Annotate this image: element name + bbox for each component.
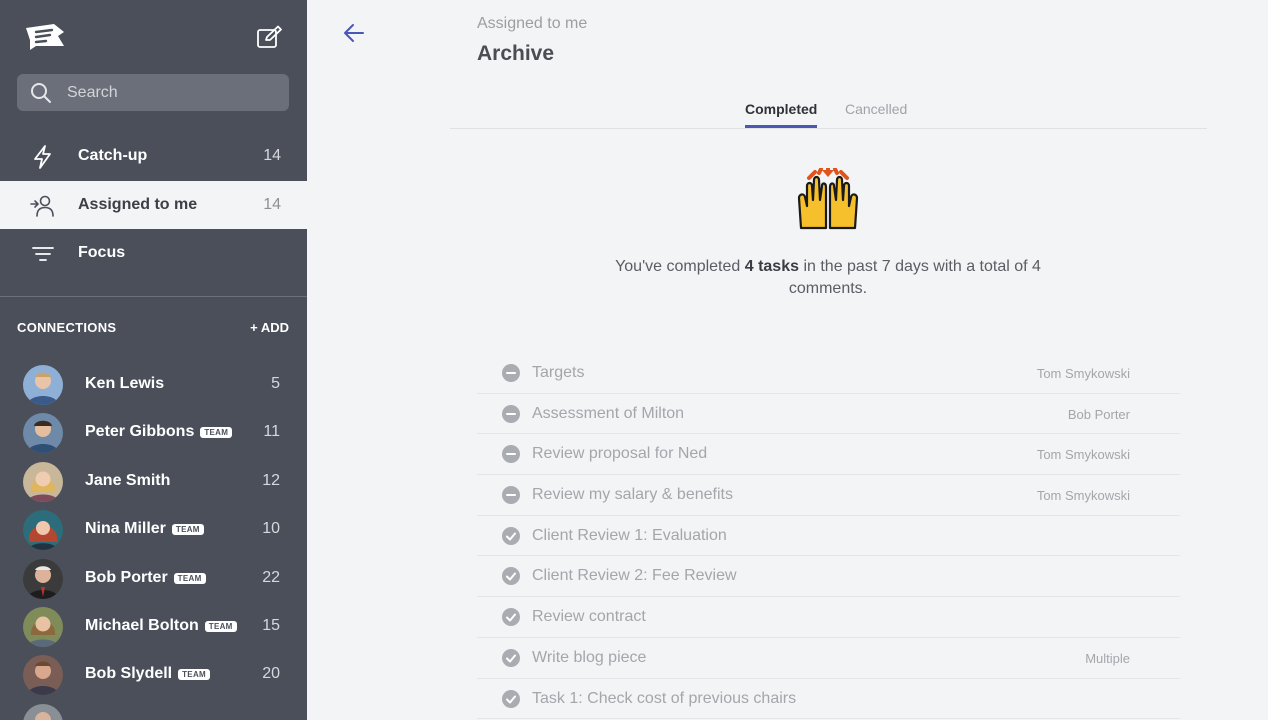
avatar — [23, 655, 63, 695]
task-row[interactable]: Assessment of Milton Bob Porter — [477, 394, 1180, 435]
contact-item[interactable]: Michael Bolton TEAM 15 — [0, 603, 307, 651]
nav-count: 14 — [263, 196, 281, 213]
task-title: Review contract — [532, 608, 646, 626]
task-row[interactable]: Review contract — [477, 597, 1180, 638]
back-arrow-icon[interactable] — [342, 22, 366, 44]
cancelled-minus-icon — [502, 404, 520, 423]
task-row[interactable]: Review proposal for Ned Tom Smykowski — [477, 434, 1180, 476]
task-title: Client Review 1: Evaluation — [532, 526, 727, 544]
connections-heading: CONNECTIONS — [17, 320, 117, 335]
team-badge: TEAM — [204, 620, 237, 632]
breadcrumb[interactable]: Assigned to me — [477, 15, 587, 33]
task-row[interactable]: Task 1: Check cost of previous chairs — [477, 679, 1180, 720]
contact-count: 5 — [271, 375, 280, 392]
task-title: Review proposal for Ned — [532, 445, 708, 463]
task-row[interactable]: Write blog piece Multiple — [477, 638, 1180, 679]
compose-icon[interactable] — [256, 25, 284, 49]
flag-logo-icon — [26, 24, 64, 50]
check-circle-icon — [502, 608, 520, 627]
task-row[interactable]: Client Review 2: Fee Review — [477, 556, 1180, 598]
nav-focus[interactable]: Focus — [0, 229, 307, 277]
contact-count: 11 — [263, 423, 280, 440]
contact-name: Michael Bolton TEAM — [85, 617, 237, 635]
contact-name: Ken Lewis — [85, 375, 165, 392]
team-badge: TEAM — [173, 572, 206, 584]
task-row[interactable]: Client Review 1: Evaluation — [477, 516, 1180, 557]
raising-hands-icon — [797, 168, 859, 230]
search-input[interactable] — [67, 83, 267, 102]
avatar — [23, 413, 63, 453]
contact-item[interactable]: Bob Porter TEAM 22 — [0, 555, 307, 603]
avatar — [23, 462, 63, 502]
task-owner: Bob Porter — [1067, 406, 1130, 422]
task-owner: Tom Smykowski — [1036, 447, 1130, 463]
contact-name: Bob Porter TEAM — [85, 569, 206, 587]
bolt-icon — [34, 145, 51, 169]
task-owner: Tom Smykowski — [1036, 488, 1130, 504]
search-box[interactable] — [17, 74, 289, 111]
contact-name: Nina Miller TEAM — [85, 520, 204, 538]
task-row[interactable]: Targets Tom Smykowski — [477, 353, 1180, 394]
task-title: Targets — [532, 364, 585, 381]
contact-item[interactable]: Bob Slydell TEAM 20 — [0, 651, 307, 699]
team-badge: TEAM — [178, 668, 210, 680]
check-circle-icon — [502, 689, 520, 708]
check-circle-icon — [502, 567, 520, 586]
archive-tabs: Completed Cancelled — [450, 96, 1207, 129]
sidebar: Catch-up 14 Assigned to me 14 Focus CONN… — [0, 0, 307, 720]
contact-count: 15 — [262, 617, 280, 634]
avatar — [23, 365, 63, 405]
check-circle-icon — [502, 526, 520, 545]
team-badge: TEAM — [200, 426, 233, 438]
contact-item[interactable]: Peter Gibbons TEAM 11 — [0, 409, 307, 457]
task-title: Review my salary & benefits — [532, 486, 733, 504]
nav-label: Catch-up — [78, 147, 148, 164]
team-badge: TEAM — [171, 523, 204, 535]
task-title: Write blog piece — [532, 648, 647, 666]
sidebar-divider — [0, 296, 307, 297]
completion-summary: You've completed 4 tasks in the past 7 d… — [615, 258, 1041, 297]
contact-count: 20 — [262, 665, 280, 682]
nav-count: 14 — [263, 147, 281, 164]
nav-label: Assigned to me — [78, 196, 198, 213]
cancelled-minus-icon — [502, 364, 520, 382]
contact-count: 10 — [262, 520, 280, 537]
task-list: Targets Tom Smykowski Assessment of Milt… — [477, 353, 1180, 720]
contact-item[interactable]: Ken Lewis 5 — [0, 361, 307, 409]
contact-item[interactable]: Nina Miller TEAM 10 — [0, 506, 307, 554]
contact-item[interactable]: Jane Smith 12 — [0, 458, 307, 506]
contact-name: Bob Slydell TEAM — [85, 665, 210, 683]
nav-label: Focus — [78, 244, 126, 261]
task-title: Client Review 2: Fee Review — [532, 567, 737, 585]
avatar — [23, 559, 63, 599]
assign-user-icon — [30, 195, 54, 217]
cancelled-minus-icon — [502, 445, 520, 464]
task-title: Assessment of Milton — [532, 404, 685, 422]
add-connection-button[interactable]: + ADD — [250, 320, 289, 335]
filter-lines-icon — [32, 247, 54, 261]
task-owner: Multiple — [1085, 650, 1130, 666]
task-row[interactable]: Review my salary & benefits Tom Smykowsk… — [477, 475, 1180, 516]
task-title: Task 1: Check cost of previous chairs — [532, 689, 797, 707]
contact-name: Peter Gibbons TEAM — [85, 423, 233, 441]
contact-item-partial[interactable] — [0, 700, 307, 720]
nav-catch-up[interactable]: Catch-up 14 — [0, 132, 307, 180]
avatar — [23, 510, 63, 550]
contact-count: 22 — [262, 569, 280, 586]
avatar — [23, 607, 63, 647]
check-circle-icon — [502, 648, 520, 667]
tab-completed[interactable]: Completed — [745, 101, 818, 128]
tab-cancelled[interactable]: Cancelled — [845, 101, 907, 117]
page-title: Archive — [477, 42, 555, 65]
avatar — [23, 704, 63, 720]
search-icon — [31, 82, 51, 103]
nav-assigned-to-me[interactable]: Assigned to me 14 — [0, 181, 307, 229]
contact-name: Jane Smith — [85, 472, 171, 489]
cancelled-minus-icon — [502, 486, 520, 505]
contact-count: 12 — [262, 472, 280, 489]
task-owner: Tom Smykowski — [1036, 366, 1130, 381]
